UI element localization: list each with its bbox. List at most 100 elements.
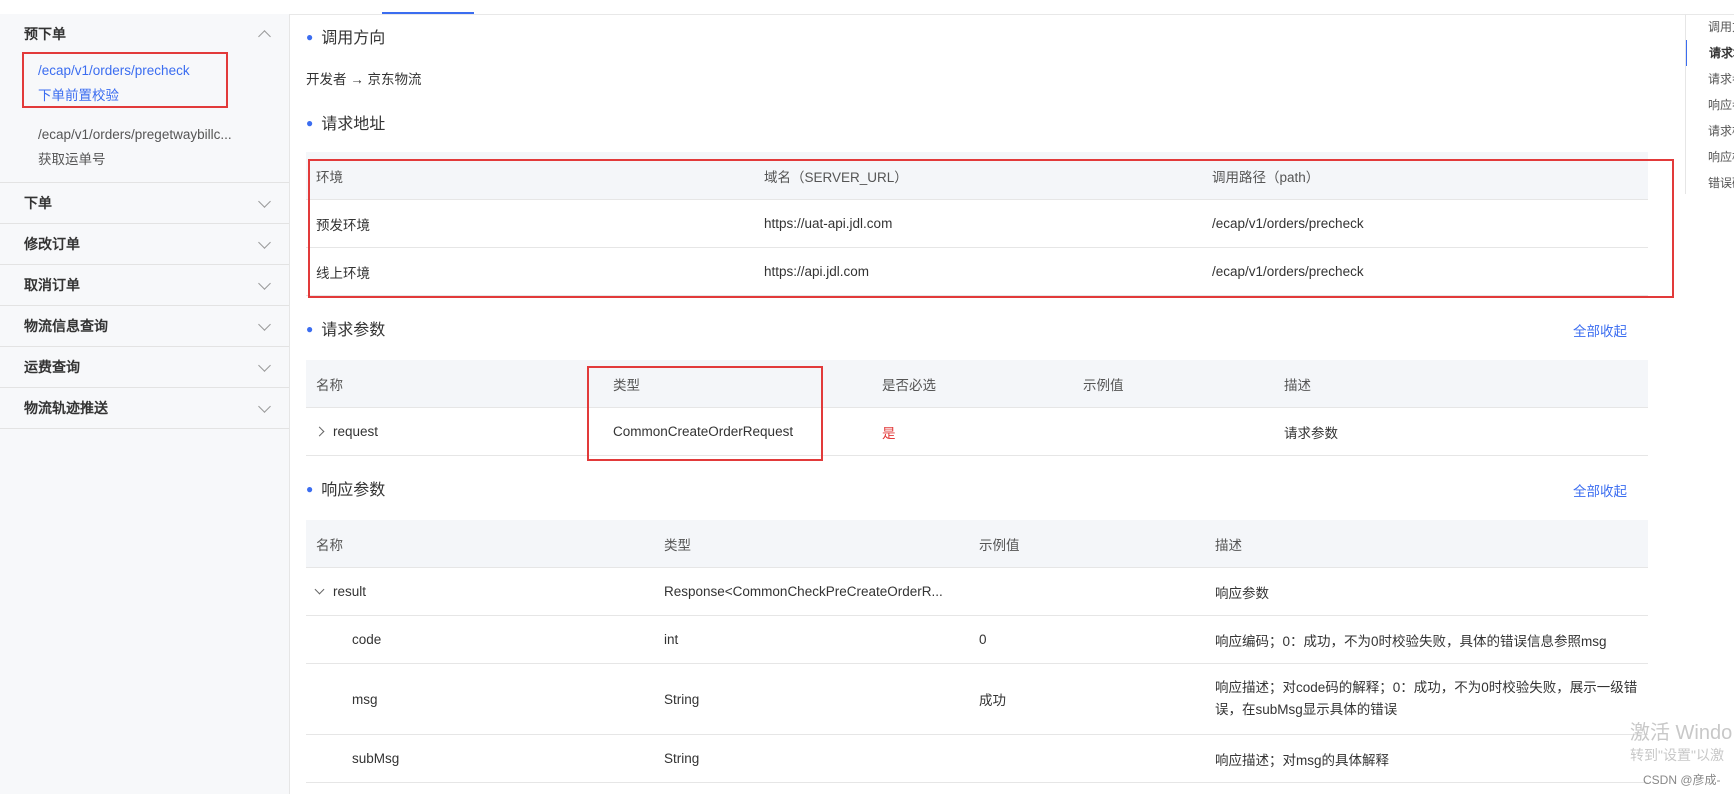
- table-cell: String: [654, 734, 969, 783]
- table-cell: https://uat-api.jdl.com: [754, 199, 1202, 248]
- sidebar-group-label: 运费查询: [24, 359, 80, 375]
- table-cell: request: [306, 407, 603, 456]
- main-content: ● 调用方向 开发者 → 京东物流 ● 请求地址 环境 域名（SERVER_URL）…: [290, 14, 1680, 794]
- param-name: result: [333, 584, 367, 599]
- table-cell: 预发环境: [306, 199, 754, 248]
- bullet-icon: ●: [306, 482, 314, 496]
- sidebar-group-label: 预下单: [24, 26, 66, 42]
- table-cell: 响应描述；对code码的解释；0：成功，不为0时校验失败，展示一级错误，在sub…: [1205, 663, 1648, 735]
- sidebar: 预下单 /ecap/v1/orders/precheck 下单前置校验 /eca…: [0, 14, 290, 794]
- table-cell: https://api.jdl.com: [754, 247, 1202, 296]
- sidebar-group-label: 下单: [24, 195, 52, 211]
- column-header: 描述: [1205, 520, 1648, 568]
- table-row: msg String 成功 响应描述；对code码的解释；0：成功，不为0时校验…: [306, 663, 1648, 735]
- sidebar-group-header[interactable]: 物流轨迹推送: [0, 388, 289, 428]
- table-cell: int: [654, 615, 969, 664]
- top-tab-bar: [0, 0, 1734, 15]
- request-params-table: 名称 类型 是否必选 示例值 描述 request CommonCreateOr…: [306, 360, 1648, 456]
- windows-activation-hint: 转到"设置"以激: [1630, 747, 1724, 763]
- column-header: 类型: [654, 520, 969, 568]
- table-cell: 请求参数: [1274, 407, 1648, 456]
- table-row: 线上环境 https://api.jdl.com /ecap/v1/orders…: [306, 247, 1648, 296]
- sidebar-group-logistics-query: 物流信息查询: [0, 306, 289, 347]
- table-row[interactable]: request CommonCreateOrderRequest 是 请求参数: [306, 407, 1648, 456]
- table-header-row: 环境 域名（SERVER_URL） 调用路径（path）: [306, 152, 1648, 200]
- param-name: request: [333, 424, 379, 439]
- section-title: 响应参数: [321, 482, 386, 499]
- column-header: 域名（SERVER_URL）: [754, 152, 1202, 200]
- table-cell: CommonCreateOrderRequest: [603, 407, 872, 456]
- table-cell: 响应描述；对msg的具体解释: [1205, 734, 1648, 783]
- chevron-down-icon: [258, 194, 271, 208]
- toc-item[interactable]: 请求参: [1686, 66, 1734, 92]
- table-cell: 0: [969, 615, 1205, 664]
- column-header: 示例值: [1073, 360, 1274, 408]
- sidebar-group-header[interactable]: 修改订单: [0, 224, 289, 264]
- sidebar-item-path: /ecap/v1/orders/precheck: [38, 63, 190, 78]
- collapse-all-link[interactable]: 全部收起: [1573, 480, 1627, 500]
- chevron-down-icon: [258, 358, 271, 372]
- table-cell: [969, 567, 1205, 616]
- bullet-icon: ●: [306, 30, 314, 44]
- chevron-down-icon[interactable]: [314, 584, 325, 595]
- csdn-credit: CSDN @彦成-: [1643, 773, 1721, 787]
- sidebar-group-header[interactable]: 预下单: [0, 14, 289, 54]
- table-row: 预发环境 https://uat-api.jdl.com /ecap/v1/or…: [306, 199, 1648, 248]
- sidebar-group-header[interactable]: 运费查询: [0, 347, 289, 387]
- sidebar-group-header[interactable]: 下单: [0, 183, 289, 223]
- chevron-right-icon[interactable]: [314, 426, 325, 437]
- section-title: 请求地址: [321, 116, 386, 133]
- toc-item-active[interactable]: 请求地: [1686, 40, 1734, 66]
- column-header: 示例值: [969, 520, 1205, 568]
- column-header: 环境: [306, 152, 754, 200]
- sidebar-group-order: 下单: [0, 183, 289, 224]
- column-header: 调用路径（path）: [1202, 152, 1648, 200]
- sidebar-group-header[interactable]: 物流信息查询: [0, 306, 289, 346]
- sidebar-item-pregetwaybill[interactable]: /ecap/v1/orders/pregetwaybillc... 获取运单号: [0, 114, 289, 182]
- sidebar-group-track-push: 物流轨迹推送: [0, 388, 289, 429]
- table-cell: 响应编码；0：成功，不为0时校验失败，具体的错误信息参照msg: [1205, 615, 1648, 664]
- chevron-down-icon: [258, 235, 271, 249]
- table-cell: [969, 734, 1205, 783]
- table-cell: 响应参数: [1205, 567, 1648, 616]
- toc-item[interactable]: 错误码: [1686, 170, 1734, 194]
- table-header-row: 名称 类型 示例值 描述: [306, 520, 1648, 568]
- table-row[interactable]: result Response<CommonCheckPreCreateOrde…: [306, 567, 1648, 616]
- table-cell: /ecap/v1/orders/precheck: [1202, 199, 1648, 248]
- collapse-all-link[interactable]: 全部收起: [1573, 320, 1627, 340]
- column-header: 类型: [603, 360, 872, 408]
- call-direction-from: 开发者: [306, 72, 347, 87]
- column-header: 名称: [306, 360, 603, 408]
- windows-activation-watermark: 激活 Windo: [1630, 722, 1733, 744]
- toc-item[interactable]: 请求样: [1686, 118, 1734, 144]
- sidebar-group-label: 物流信息查询: [24, 318, 108, 334]
- sidebar-item-path: /ecap/v1/orders/pregetwaybillc...: [38, 127, 232, 142]
- section-request-address: ● 请求地址: [306, 110, 385, 134]
- request-address-table: 环境 域名（SERVER_URL） 调用路径（path） 预发环境 https:…: [306, 152, 1648, 296]
- sidebar-item-precheck[interactable]: /ecap/v1/orders/precheck 下单前置校验: [0, 54, 289, 114]
- sidebar-item-name: 下单前置校验: [38, 88, 119, 103]
- chevron-up-icon: [258, 29, 271, 43]
- column-header: 名称: [306, 520, 654, 568]
- bullet-icon: ●: [306, 116, 314, 130]
- toc-item[interactable]: 响应参: [1686, 92, 1734, 118]
- sidebar-group-freight-query: 运费查询: [0, 347, 289, 388]
- table-cell: msg: [306, 663, 654, 735]
- toc-item[interactable]: 响应样: [1686, 144, 1734, 170]
- chevron-down-icon: [258, 276, 271, 290]
- table-cell: [1073, 407, 1274, 456]
- sidebar-group-cancel-order: 取消订单: [0, 265, 289, 306]
- call-direction-to: 京东物流: [367, 72, 422, 87]
- sidebar-group-header[interactable]: 取消订单: [0, 265, 289, 305]
- bullet-icon: ●: [306, 322, 314, 336]
- table-cell: code: [306, 615, 654, 664]
- section-response-params: ● 响应参数: [306, 476, 385, 500]
- section-title: 调用方向: [321, 30, 386, 47]
- chevron-down-icon: [258, 399, 271, 413]
- toc-item[interactable]: 调用方: [1686, 14, 1734, 40]
- table-cell: subMsg: [306, 734, 654, 783]
- table-cell: String: [654, 663, 969, 735]
- sidebar-group-label: 取消订单: [24, 277, 80, 293]
- call-direction-value: 开发者 → 京东物流: [306, 68, 422, 88]
- table-cell: Response<CommonCheckPreCreateOrderR...: [654, 567, 969, 616]
